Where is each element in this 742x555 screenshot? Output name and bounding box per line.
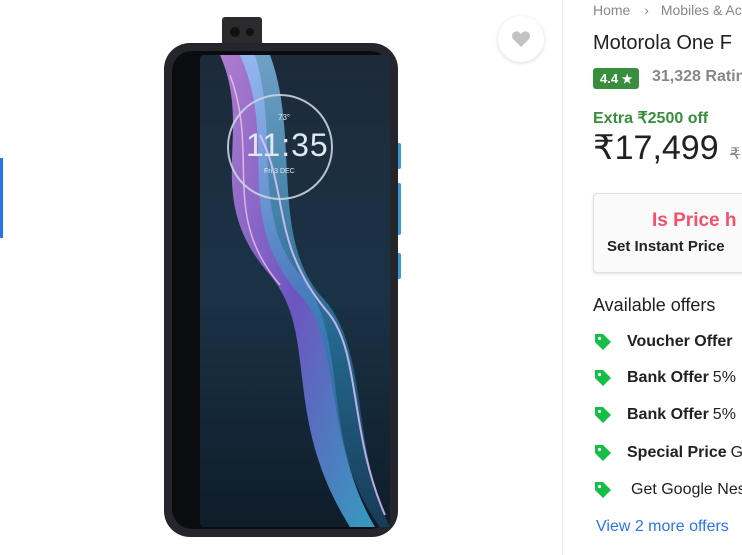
rating-value: 4.4 [600,71,619,86]
star-icon: ★ [621,72,633,86]
offer-type: Bank Offer [627,406,709,423]
breadcrumb-home[interactable]: Home [593,2,630,18]
offer-tag-icon [595,370,611,386]
offer-tag-icon [595,482,611,498]
view-more-offers-link[interactable]: View 2 more offers [596,518,729,536]
offer-tag-icon [595,334,611,350]
price-alert-box[interactable]: Is Price h Set Instant Price [593,193,742,273]
product-title: Motorola One F [593,32,732,54]
offer-item: Voucher Offer [593,330,737,354]
offer-item: Bank Offer 5% [593,403,736,427]
available-offers-heading: Available offers [593,295,716,315]
breadcrumb: Home › Mobiles & Ac [593,2,742,18]
offer-tag-icon [595,407,611,423]
product-mrp: ₹ [730,146,741,163]
heart-icon [512,31,530,47]
offer-type: Bank Offer [627,369,709,386]
product-price: ₹17,499 [593,129,719,167]
offer-item: Bank Offer 5% [593,366,736,390]
offer-text: G [730,444,742,461]
wishlist-button[interactable] [498,16,544,62]
offer-tag-icon [595,445,611,461]
phone-temperature: 73° [278,113,291,122]
price-alert-headline: Is Price h [652,210,737,231]
offer-text: Get Google Nes [631,481,742,498]
phone-clock-date: Fri 3 DEC [264,168,295,175]
offer-item: Get Google Nes [593,478,742,502]
rating-badge[interactable]: 4.4 ★ [593,68,640,89]
breadcrumb-mobiles[interactable]: Mobiles & Ac [661,2,742,18]
rating-count[interactable]: 31,328 Ratin [652,68,742,86]
phone-clock-time: 11:35 [246,127,329,163]
offer-item: Special Price G [593,441,742,465]
thumbnail-strip [0,0,6,555]
offer-type: Special Price [627,444,727,461]
selected-thumbnail-indicator[interactable] [0,158,3,238]
offer-text: 5% [712,406,736,423]
column-divider [562,0,563,555]
chevron-right-icon: › [644,2,649,18]
offer-text: 5% [712,369,736,386]
product-image[interactable]: 73° 11:35 Fri 3 DEC [160,15,405,540]
price-alert-subline: Set Instant Price [607,238,725,255]
offer-type: Voucher Offer [627,333,733,350]
extra-off-label: Extra ₹2500 off [593,110,709,127]
phone-illustration [164,17,401,537]
